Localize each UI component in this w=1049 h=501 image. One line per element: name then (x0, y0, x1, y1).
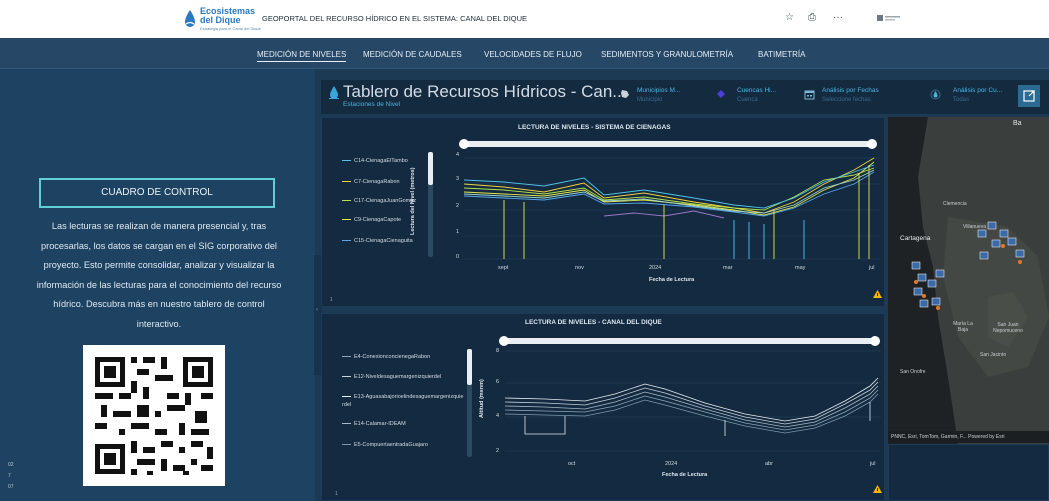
x-axis-title-canal: Fecha de Lectura (662, 472, 708, 478)
basin-analysis-icon (930, 89, 941, 100)
y-axis-title-cienagas: Lectura del Nivel (metros) (410, 167, 416, 235)
control-panel-description: Las lecturas se realizan de manera prese… (36, 221, 282, 329)
x-axis-title-cienagas: Fecha de Lectura (649, 277, 695, 283)
x-tick: mar (723, 265, 733, 271)
basin-icon (717, 90, 725, 98)
side-numbers: 02 7 07 (8, 462, 14, 490)
y-tick: 6 (496, 379, 500, 385)
legend-item-c15[interactable]: C15-CienagaCienaguita (342, 238, 413, 244)
dashboard-subtitle: Estaciones de Nivel (343, 101, 401, 108)
y-axis-title-canal: Altitud (msnm) (479, 379, 485, 418)
legend-item-c17[interactable]: C17-CienagaJuanGomez (342, 198, 416, 204)
legend-scrollbar-thumb[interactable] (467, 349, 472, 385)
tab-velocidades-flujo[interactable]: VELOCIDADES DE FLUJO (484, 50, 582, 59)
filter-cuencas[interactable]: Cuencas Hi... (737, 87, 776, 94)
collapse-chevron-icon: ‹ (316, 307, 318, 313)
y-tick: 4 (496, 413, 500, 419)
map-bottom-panel (888, 444, 1049, 501)
section-nav: MEDICIÓN DE NIVELES MEDICIÓN DE CAUDALES… (0, 38, 1049, 69)
x-tick: 2024 (665, 461, 678, 467)
legend-scrollbar-thumb[interactable] (428, 152, 433, 185)
map-label: María La Baja (953, 321, 973, 333)
legend-scrollbar-canal[interactable] (467, 349, 472, 457)
municipality-map-icon (621, 90, 629, 98)
chart-title-canal: LECTURA DE NIVELES - CANAL DEL DIQUE (525, 319, 662, 326)
logo-line2: del Dique (200, 15, 241, 25)
time-range-slider[interactable] (459, 138, 877, 150)
panel-index: 1 (335, 491, 338, 497)
tab-medicion-caudales[interactable]: MEDICIÓN DE CAUDALES (363, 50, 462, 59)
x-tick: sept (498, 265, 509, 271)
legend-item-e14[interactable]: E14-Calamar-IDEAM (342, 421, 406, 427)
panel-index: 1 (330, 297, 333, 303)
y-tick: 2 (496, 448, 500, 454)
qr-code-icon[interactable] (83, 345, 225, 486)
top-bar: Ecosistemas del Dique Estrategia para el… (0, 0, 1049, 38)
warning-icon[interactable] (873, 290, 882, 298)
x-tick: abr (765, 461, 773, 467)
expand-icon[interactable] (1018, 85, 1040, 107)
filter-fechas[interactable]: Análisis por Fechas (822, 87, 879, 94)
legend-item-c14[interactable]: C14-CienagaElTambo (342, 158, 408, 164)
line-chart-cienagas[interactable] (464, 150, 880, 262)
water-drop-icon (329, 86, 339, 99)
x-tick: 2024 (649, 265, 662, 271)
chart-title-cienagas: LECTURA DE NIVELES - SISTEMA DE CIENAGAS (518, 124, 671, 131)
legend-item-c7[interactable]: C7-CienagaRabon (342, 179, 400, 185)
more-options-icon[interactable]: ··· (833, 12, 843, 23)
y-tick: 2 (456, 203, 460, 209)
share-icon[interactable]: ⎙ (808, 12, 816, 23)
favorite-icon[interactable]: ☆ (785, 12, 794, 23)
x-tick: may (795, 265, 806, 271)
y-tick: 0 (456, 254, 460, 260)
map-label: San Onofre (900, 369, 926, 375)
tab-medicion-niveles[interactable]: MEDICIÓN DE NIVELES (257, 50, 347, 62)
map-attribution: PNNC, Esri, TomTom, Garmin, F... Powered… (888, 431, 1049, 443)
filter-fechas-value: Seleccione fechas (822, 97, 871, 103)
tab-sedimentos[interactable]: SEDIMENTOS Y GRANULOMETRÍA (601, 50, 733, 59)
legend-item-e4[interactable]: E4-ConexionconcienegaRabon (342, 354, 430, 360)
x-tick: oct (568, 461, 576, 467)
warning-icon[interactable] (873, 485, 882, 493)
y-tick: 8 (496, 348, 500, 354)
filter-cuencas-value: Cuenca (737, 97, 758, 103)
dashboard-title: Tablero de Recursos Hídricos - Can... (343, 82, 627, 101)
x-tick: jul (869, 265, 875, 271)
legend-item-c9[interactable]: C9-CienagaCapote (342, 217, 401, 223)
logo-tagline: Estrategia para el Canal del Dique (200, 26, 261, 31)
map-label: San Jacinto (980, 352, 1007, 358)
y-tick: 1 (456, 229, 460, 235)
map-label: Clemencia (943, 201, 967, 207)
y-tick: 3 (456, 176, 460, 182)
legend-item-e5[interactable]: E5-CompuertaentradaGuajaro (342, 442, 428, 448)
filter-municipios[interactable]: Municipios M... (637, 87, 680, 94)
map-label: Ba (1013, 120, 1022, 127)
map-label: San Juan Nepomuceno (993, 322, 1023, 334)
stations-map[interactable]: Ba Clemencia Villanueva Cartagena María … (888, 117, 1049, 444)
filter-cuencas-analisis-value: Todas (953, 97, 970, 103)
water-drop-logo-icon (185, 10, 195, 27)
x-tick: jul (870, 461, 876, 467)
legend-item-e12[interactable]: E12-Niveldesaguemargenizquierdel (342, 374, 441, 380)
filter-cuencas-analisis[interactable]: Análisis por Cu... (953, 87, 1002, 94)
x-tick: nov (575, 265, 584, 271)
control-panel-button[interactable]: CUADRO DE CONTROL (39, 178, 275, 208)
calendar-icon (804, 90, 815, 100)
tab-batimetria[interactable]: BATIMETRÍA (758, 50, 805, 59)
legend-item-e13[interactable]: E13-Aguasabajorioelindesaguemargenizquie… (342, 393, 464, 409)
y-tick: 4 (456, 152, 460, 158)
filter-municipios-value: Municipio (637, 97, 663, 103)
partner-logo-icon (877, 15, 900, 21)
line-chart-canal[interactable] (505, 346, 881, 458)
station-markers[interactable] (908, 212, 1048, 322)
legend-scrollbar[interactable] (428, 152, 433, 257)
page-title: GEOPORTAL DEL RECURSO HÍDRICO EN EL SIST… (262, 14, 528, 23)
